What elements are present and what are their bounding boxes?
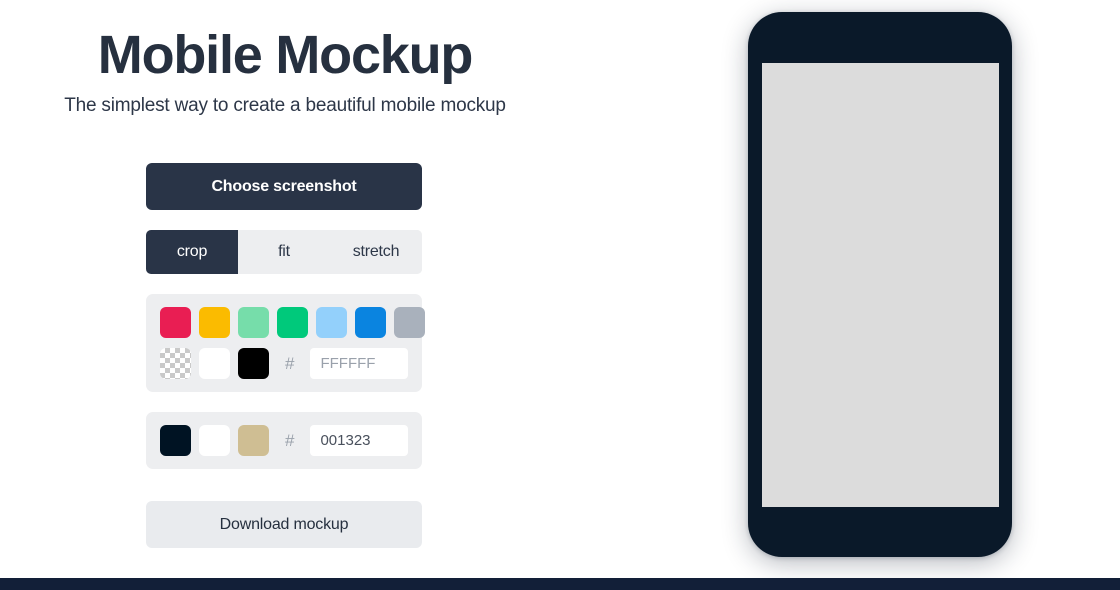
bg-swatch-slate-gray[interactable] [394, 307, 425, 338]
bg-swatch-blue[interactable] [355, 307, 386, 338]
control-column: Mobile Mockup The simplest way to create… [0, 0, 570, 578]
device-palette-row: # [160, 425, 408, 456]
footer-bar [0, 578, 1120, 590]
bg-swatch-emerald[interactable] [277, 307, 308, 338]
background-palette-row [160, 307, 425, 338]
background-hex-input[interactable] [310, 348, 408, 379]
download-mockup-button[interactable]: Download mockup [146, 501, 422, 548]
background-neutral-row: # [160, 348, 408, 379]
controls-panel: Choose screenshot crop fit stretch # FFF… [146, 163, 425, 548]
bg-swatch-sky[interactable] [316, 307, 347, 338]
fit-mode-option-fit[interactable]: fit [238, 230, 330, 274]
bg-swatch-white[interactable] [199, 348, 230, 379]
device-color-panel: # [146, 412, 422, 469]
background-color-panel: # [146, 294, 425, 392]
fit-mode-option-stretch[interactable]: stretch [330, 230, 422, 274]
choose-screenshot-button[interactable]: Choose screenshot [146, 163, 422, 210]
device-swatch-white[interactable] [199, 425, 230, 456]
device-hex-input[interactable] [310, 425, 408, 456]
bg-swatch-crimson[interactable] [160, 307, 191, 338]
preview-column [570, 0, 1120, 578]
fit-mode-segmented-control[interactable]: crop fit stretch [146, 230, 422, 274]
background-hash-symbol: # [285, 353, 295, 373]
phone-mockup-device[interactable] [748, 12, 1012, 557]
device-hash-symbol: # [285, 430, 295, 450]
device-swatch-tan[interactable] [238, 425, 269, 456]
bg-swatch-black[interactable] [238, 348, 269, 379]
bg-swatch-mint[interactable] [238, 307, 269, 338]
device-swatch-navy[interactable] [160, 425, 191, 456]
bg-swatch-amber[interactable] [199, 307, 230, 338]
fit-mode-option-crop[interactable]: crop [146, 230, 238, 274]
bg-swatch-transparent[interactable] [160, 348, 191, 379]
page-subtitle: The simplest way to create a beautiful m… [64, 95, 506, 116]
phone-mockup-screen[interactable] [762, 63, 999, 507]
page-title: Mobile Mockup [97, 25, 474, 85]
